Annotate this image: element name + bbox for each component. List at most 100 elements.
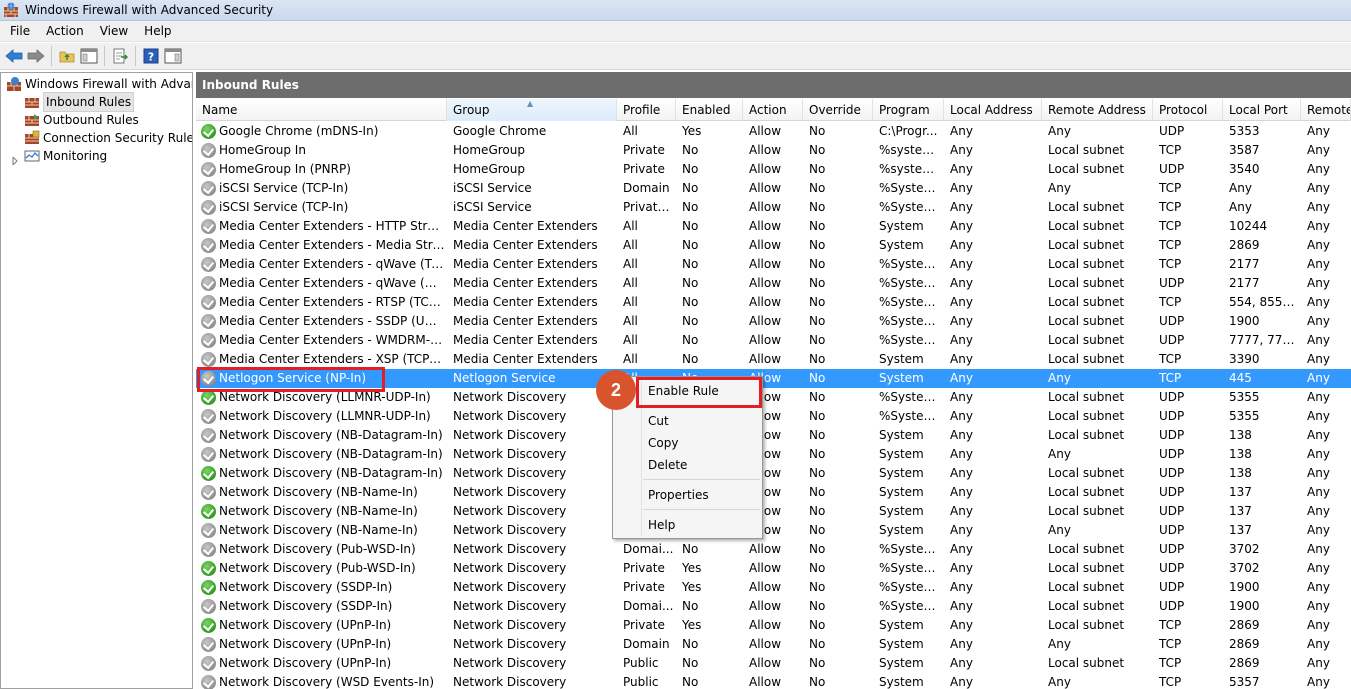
table-row[interactable]: Network Discovery (SSDP-In) Network Disco…	[196, 578, 1351, 597]
cell-group: Network Discovery	[453, 523, 567, 537]
cell-enabled: No	[682, 333, 699, 347]
menu-view[interactable]: View	[92, 21, 136, 42]
tree-item-connection-security-rules[interactable]: Connection Security Rules	[24, 129, 192, 147]
cell-port: 138	[1229, 466, 1252, 480]
cell-name: Network Discovery (SSDP-In)	[219, 599, 393, 613]
table-row[interactable]: Network Discovery (NB-Datagram-In) Networ…	[196, 464, 1351, 483]
table-row[interactable]: Network Discovery (UPnP-In) Network Disco…	[196, 616, 1351, 635]
table-row[interactable]: Media Center Extenders - qWave (UDP-In) M…	[196, 274, 1351, 293]
cell-local: Any	[950, 409, 973, 423]
cell-local: Any	[950, 295, 973, 309]
tree-item-inbound-rules[interactable]: Inbound Rules	[24, 92, 135, 112]
table-row[interactable]: Media Center Extenders - WMDRM-ND/R... Me…	[196, 331, 1351, 350]
column-program[interactable]: Program	[873, 99, 944, 121]
cell-protocol: TCP	[1159, 352, 1182, 366]
table-row[interactable]: Network Discovery (WSD Events-In) Network…	[196, 673, 1351, 689]
up-folder-icon[interactable]	[56, 45, 78, 67]
tree-item-outbound-rules[interactable]: Outbound Rules	[24, 111, 139, 129]
export-list-icon[interactable]	[109, 45, 131, 67]
cell-override: No	[809, 219, 826, 233]
table-row[interactable]: Network Discovery (UPnP-In) Network Disco…	[196, 635, 1351, 654]
forward-arrow-icon[interactable]	[25, 45, 47, 67]
column-enabled[interactable]: Enabled	[676, 99, 743, 121]
table-row[interactable]: Network Discovery (NB-Name-In) Network Di…	[196, 502, 1351, 521]
table-row[interactable]: Network Discovery (LLMNR-UDP-In) Network …	[196, 388, 1351, 407]
menu-item-enable-rule[interactable]: Enable Rule	[615, 380, 760, 402]
cell-name: Google Chrome (mDNS-In)	[219, 124, 379, 138]
table-row[interactable]: iSCSI Service (TCP-In) iSCSI Service Domai…	[196, 179, 1351, 198]
table-row[interactable]: Network Discovery (NB-Datagram-In) Networ…	[196, 445, 1351, 464]
column-override[interactable]: Override	[803, 99, 873, 121]
cell-profile: Public	[623, 656, 659, 670]
menu-help[interactable]: Help	[136, 21, 179, 42]
cell-port: 2869	[1229, 637, 1260, 651]
cell-group: Media Center Extenders	[453, 295, 598, 309]
menu-action[interactable]: Action	[38, 21, 92, 42]
column-profile[interactable]: Profile	[617, 99, 676, 121]
table-row[interactable]: HomeGroup In HomeGroup Private No Allow No %sy…	[196, 141, 1351, 160]
column-local-port[interactable]: Local Port	[1223, 99, 1301, 121]
column-remote-port[interactable]: Remote	[1301, 99, 1351, 121]
table-row[interactable]: Network Discovery (NB-Datagram-In) Networ…	[196, 426, 1351, 445]
rule-enabled-icon	[201, 618, 216, 633]
column-action[interactable]: Action	[743, 99, 803, 121]
menu-item-help[interactable]: Help	[615, 514, 760, 536]
cell-name: Network Discovery (Pub-WSD-In)	[219, 542, 416, 556]
table-row[interactable]: Network Discovery (Pub-WSD-In) Network Di…	[196, 559, 1351, 578]
menu-item-delete[interactable]: Delete	[615, 454, 760, 476]
menu-item-cut[interactable]: Cut	[615, 410, 760, 432]
table-row[interactable]: Netlogon Service (NP-In) Netlogon Service…	[196, 369, 1351, 388]
column-remote-address[interactable]: Remote Address	[1042, 99, 1153, 121]
table-row[interactable]: Network Discovery (Pub-WSD-In) Network Di…	[196, 540, 1351, 559]
rule-enabled-icon	[201, 390, 216, 405]
cell-protocol: TCP	[1159, 238, 1182, 252]
menu-file[interactable]: File	[0, 21, 38, 42]
show-hide-action-pane-icon[interactable]	[162, 45, 184, 67]
cell-rem: Any	[1307, 200, 1330, 214]
cell-port: 138	[1229, 428, 1252, 442]
rule-disabled-icon	[201, 656, 216, 671]
expand-arrow-icon[interactable]	[11, 154, 19, 167]
table-row[interactable]: Network Discovery (NB-Name-In) Network Di…	[196, 521, 1351, 540]
cell-remote: Local subnet	[1048, 352, 1125, 366]
table-row[interactable]: Media Center Extenders - HTTP Streamin..…	[196, 217, 1351, 236]
menu-item-properties[interactable]: Properties	[615, 484, 760, 506]
rule-disabled-icon	[201, 143, 216, 158]
cell-name: Media Center Extenders - qWave (UDP-In)	[219, 276, 445, 290]
cell-remote: Any	[1048, 181, 1071, 195]
context-menu: Enable Rule Cut Copy Delete Properties H…	[612, 376, 763, 539]
table-row[interactable]: Media Center Extenders - qWave (TCP-In) M…	[196, 255, 1351, 274]
table-row[interactable]: iSCSI Service (TCP-In) iSCSI Service Priva…	[196, 198, 1351, 217]
table-row[interactable]: Media Center Extenders - Media Streami..…	[196, 236, 1351, 255]
cell-protocol: UDP	[1159, 314, 1185, 328]
table-row[interactable]: Network Discovery (LLMNR-UDP-In) Network …	[196, 407, 1351, 426]
table-row[interactable]: Media Center Extenders - RTSP (TCP-In) Me…	[196, 293, 1351, 312]
cell-local: Any	[950, 371, 973, 385]
menu-item-copy[interactable]: Copy	[615, 432, 760, 454]
table-row[interactable]: Network Discovery (SSDP-In) Network Disco…	[196, 597, 1351, 616]
rule-enabled-icon	[201, 504, 216, 519]
rules-pane: Inbound Rules Name Group ▲ Profile Enabl…	[196, 72, 1351, 689]
rule-enabled-icon	[201, 466, 216, 481]
table-row[interactable]: Network Discovery (NB-Name-In) Network Di…	[196, 483, 1351, 502]
rule-disabled-icon	[201, 238, 216, 253]
cell-profile: Private	[623, 618, 665, 632]
table-row[interactable]: HomeGroup In (PNRP) HomeGroup Private No All…	[196, 160, 1351, 179]
column-name[interactable]: Name	[196, 99, 447, 121]
table-row[interactable]: Network Discovery (UPnP-In) Network Disco…	[196, 654, 1351, 673]
table-row[interactable]: Media Center Extenders - SSDP (UDP-In) Me…	[196, 312, 1351, 331]
tree-item-monitoring[interactable]: Monitoring	[24, 147, 107, 165]
column-local-address[interactable]: Local Address	[944, 99, 1042, 121]
cell-local: Any	[950, 504, 973, 518]
table-row[interactable]: Google Chrome (mDNS-In) Google Chrome All Y…	[196, 122, 1351, 141]
show-hide-console-tree-icon[interactable]	[78, 45, 100, 67]
cell-group: Network Discovery	[453, 580, 567, 594]
help-icon[interactable]: ?	[140, 45, 162, 67]
cell-override: No	[809, 599, 826, 613]
back-arrow-icon[interactable]	[3, 45, 25, 67]
cell-action: Allow	[749, 599, 782, 613]
column-protocol[interactable]: Protocol	[1153, 99, 1223, 121]
tree-root[interactable]: Windows Firewall with Advance	[6, 75, 192, 93]
column-group[interactable]: Group ▲	[447, 99, 617, 121]
table-row[interactable]: Media Center Extenders - XSP (TCP-In) Med…	[196, 350, 1351, 369]
